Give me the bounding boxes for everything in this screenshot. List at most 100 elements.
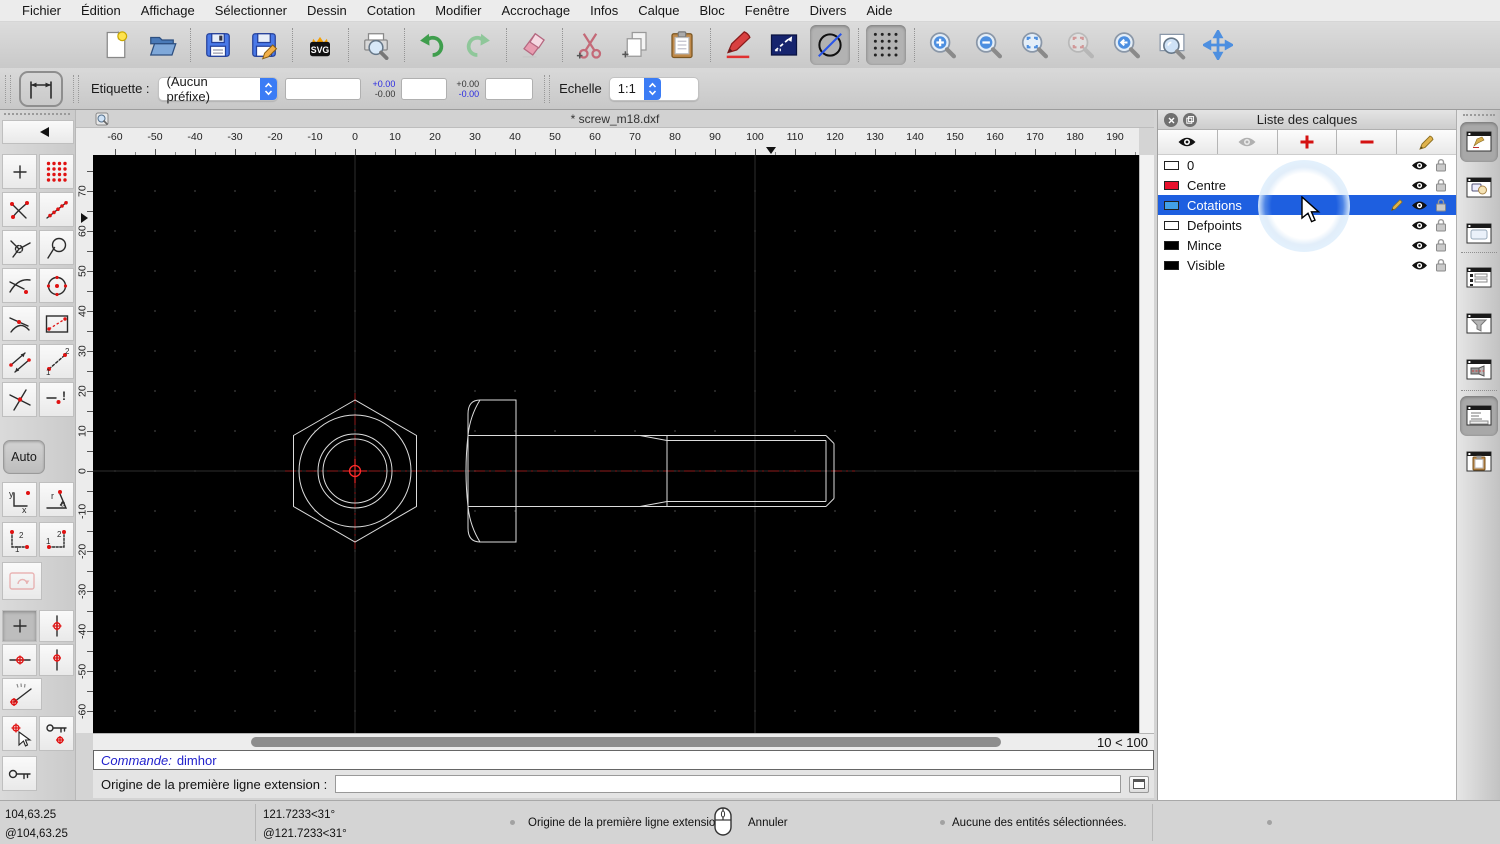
tolerance-lower-field[interactable]	[485, 77, 534, 100]
back-button[interactable]	[2, 120, 74, 144]
menu-item-0[interactable]: Fichier	[12, 3, 71, 18]
remove-layer-button[interactable]	[1337, 130, 1398, 154]
redo-button[interactable]	[458, 25, 498, 65]
zoom-pan-button[interactable]	[1198, 25, 1238, 65]
open-file-button[interactable]	[142, 25, 182, 65]
menu-item-1[interactable]: Édition	[71, 3, 131, 18]
layer-color-swatch[interactable]	[1164, 200, 1179, 210]
snap-grid-button[interactable]	[39, 154, 74, 189]
layer-lock-icon[interactable]	[1435, 158, 1447, 172]
exclusive-snap-mode-button[interactable]	[2, 562, 42, 600]
print-preview-button[interactable]	[356, 25, 396, 65]
toolbar-drag-handle[interactable]	[544, 74, 551, 103]
layer-lock-icon[interactable]	[1435, 218, 1447, 232]
coordinate-polar-button[interactable]: ra	[39, 482, 74, 517]
toggle-clipboard-widget-button[interactable]	[1460, 442, 1498, 482]
horizontal-scrollbar[interactable]: 10 < 100	[93, 733, 1154, 750]
layer-row-Mince[interactable]: Mince	[1158, 235, 1456, 255]
grid-toggle-button[interactable]	[866, 25, 906, 65]
toggle-entity-list-button[interactable]	[1460, 258, 1498, 298]
undo-button[interactable]	[412, 25, 452, 65]
toggle-pen-palette-button[interactable]	[1460, 350, 1498, 390]
zoom-out-button[interactable]	[968, 25, 1008, 65]
drawing-canvas[interactable]	[93, 155, 1139, 733]
toggle-library-browser-button[interactable]	[1460, 214, 1498, 254]
layer-color-swatch[interactable]	[1164, 220, 1179, 230]
restrict-nothing-button[interactable]	[2, 610, 37, 642]
layer-color-swatch[interactable]	[1164, 240, 1179, 250]
zoom-auto-button[interactable]	[1014, 25, 1054, 65]
toggle-filter-button[interactable]	[1460, 304, 1498, 344]
set-relative-zero-button[interactable]	[2, 716, 37, 751]
restrict-orthogonal-axis-button[interactable]	[39, 644, 74, 676]
snap-nearest-point-button[interactable]	[2, 230, 37, 265]
lock-relative-zero-button[interactable]	[39, 716, 74, 751]
snap-perpendicular-button[interactable]	[39, 230, 74, 265]
snap-tangent-button[interactable]	[2, 268, 37, 303]
layer-row-0[interactable]: 0	[1158, 155, 1456, 175]
layer-color-swatch[interactable]	[1164, 260, 1179, 270]
paste-button[interactable]	[662, 25, 702, 65]
menu-item-4[interactable]: Dessin	[297, 3, 357, 18]
layer-visibility-icon[interactable]	[1411, 160, 1428, 171]
snap-distance-button[interactable]: 12	[39, 344, 74, 379]
edit-layer-button[interactable]	[1397, 130, 1456, 154]
zoom-window-button[interactable]	[1152, 25, 1192, 65]
snap-free-button[interactable]	[2, 154, 37, 189]
panel-float-button[interactable]	[1183, 113, 1197, 127]
menu-item-2[interactable]: Affichage	[131, 3, 205, 18]
copy-button[interactable]	[616, 25, 656, 65]
menu-item-10[interactable]: Bloc	[689, 3, 734, 18]
snap-auto-button[interactable]: Auto	[3, 440, 45, 474]
snap-center-button[interactable]	[39, 268, 74, 303]
unlock-relative-zero-button[interactable]	[2, 756, 37, 791]
dim-label-field[interactable]	[284, 77, 361, 100]
restrict-orthogonal-button[interactable]	[2, 344, 37, 379]
save-button[interactable]	[198, 25, 238, 65]
new-document-button[interactable]	[96, 25, 136, 65]
toolbar-drag-handle[interactable]	[73, 74, 79, 103]
layer-lock-icon[interactable]	[1435, 178, 1447, 192]
layer-visibility-icon[interactable]	[1411, 240, 1428, 251]
show-all-layers-button[interactable]	[1158, 130, 1218, 154]
command-input[interactable]	[335, 775, 1121, 793]
line-attributes-button[interactable]	[764, 25, 804, 65]
snap-reference-button[interactable]	[39, 306, 74, 341]
cut-button[interactable]	[570, 25, 610, 65]
layer-lock-icon[interactable]	[1435, 238, 1447, 252]
tolerance-upper-field[interactable]	[401, 77, 448, 100]
menu-item-13[interactable]: Aide	[856, 3, 902, 18]
snap-intersection-button[interactable]	[2, 382, 37, 417]
toolbar-drag-handle[interactable]	[4, 113, 70, 115]
menu-item-12[interactable]: Divers	[800, 3, 857, 18]
layer-color-swatch[interactable]	[1164, 180, 1179, 190]
layer-lock-icon[interactable]	[1435, 258, 1447, 272]
command-detach-button[interactable]	[1129, 775, 1149, 793]
menu-item-11[interactable]: Fenêtre	[735, 3, 800, 18]
zoom-previous-button[interactable]	[1106, 25, 1146, 65]
zoom-selected-button[interactable]	[1060, 25, 1100, 65]
pen-attributes-button[interactable]	[718, 25, 758, 65]
restrict-angle-button[interactable]	[2, 678, 42, 710]
menu-item-8[interactable]: Infos	[580, 3, 628, 18]
menu-item-9[interactable]: Calque	[628, 3, 689, 18]
hide-all-layers-button[interactable]	[1217, 130, 1278, 154]
snap-endpoints-button[interactable]	[2, 192, 37, 227]
layer-color-swatch[interactable]	[1164, 160, 1179, 170]
toggle-block-list-button[interactable]	[1460, 168, 1498, 208]
layer-visibility-icon[interactable]	[1411, 220, 1428, 231]
prefix-select[interactable]: (Aucun préfixe)	[157, 74, 278, 104]
menu-item-3[interactable]: Sélectionner	[205, 3, 297, 18]
add-layer-button[interactable]	[1277, 130, 1338, 154]
layer-visibility-icon[interactable]	[1411, 180, 1428, 191]
layer-visibility-icon[interactable]	[1411, 260, 1428, 271]
relative-polar-button[interactable]: 12	[39, 522, 74, 557]
layer-lock-icon[interactable]	[1435, 198, 1447, 212]
dimension-horizontal-tool-button[interactable]	[19, 70, 63, 107]
toggle-layer-list-button[interactable]	[1460, 122, 1498, 162]
menu-item-7[interactable]: Accrochage	[491, 3, 580, 18]
snap-intersection-manual-button[interactable]: !	[39, 382, 74, 417]
toolbar-drag-handle[interactable]	[1463, 114, 1495, 116]
horizontal-scrollbar-thumb[interactable]	[251, 737, 1001, 747]
snap-on-entity-button[interactable]	[39, 192, 74, 227]
